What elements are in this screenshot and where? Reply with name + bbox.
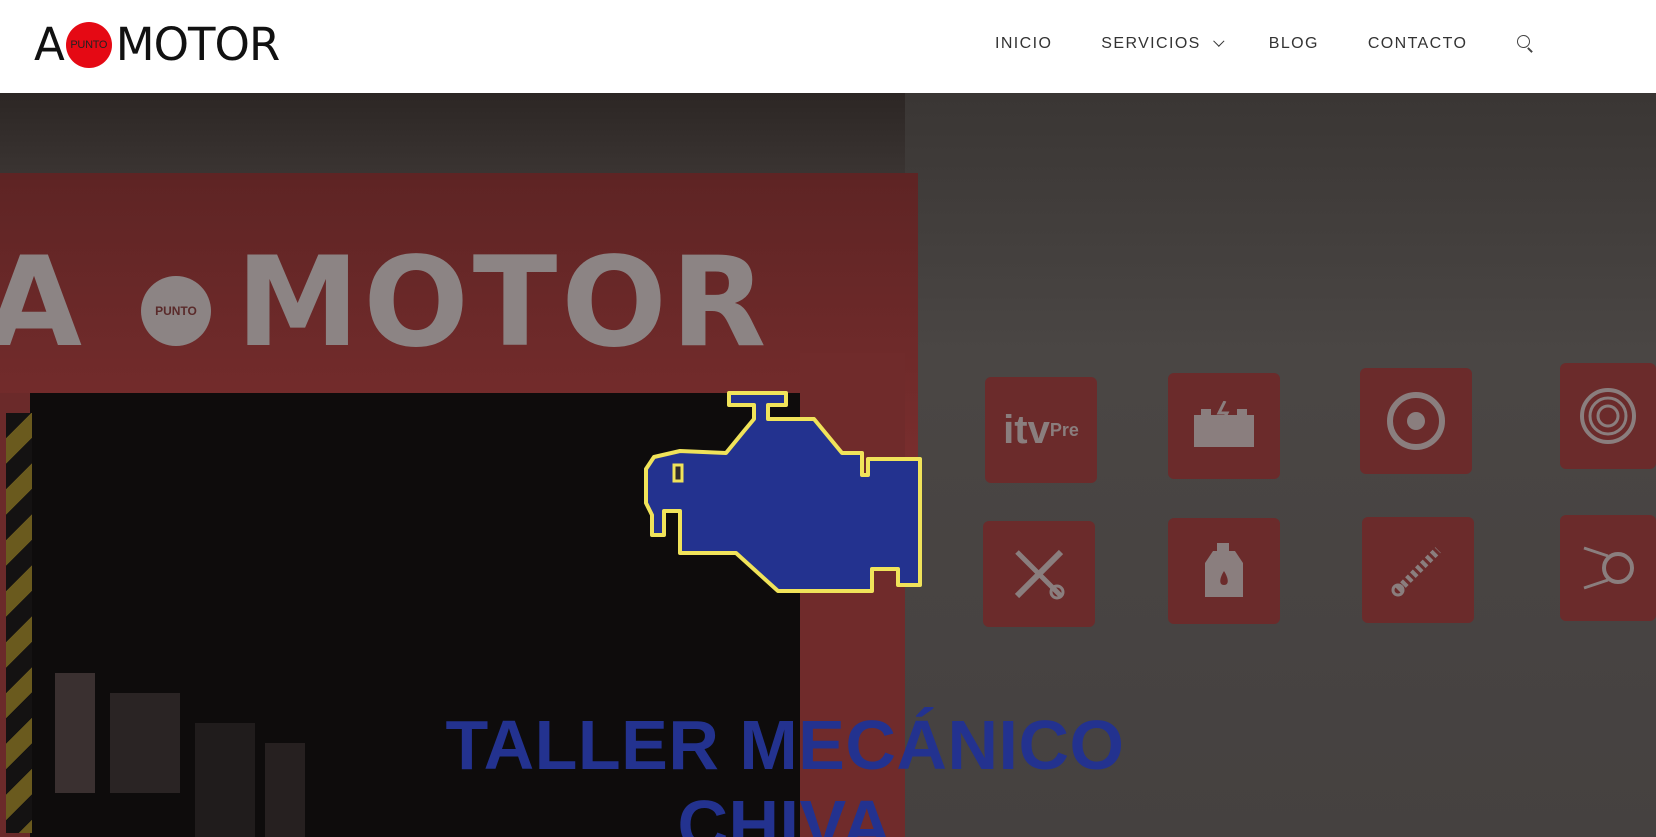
logo-dot: PUNTO xyxy=(65,22,112,68)
logo-letter-a: A xyxy=(34,18,65,71)
nav-item-label: BLOG xyxy=(1268,35,1319,52)
site-header: A PUNTO MOTOR INICIO SERVICIOS BLOG CONT… xyxy=(0,0,1656,93)
hero-sign-dot-text: PUNTO xyxy=(155,304,197,318)
itv-text: itv xyxy=(1003,407,1050,452)
main-nav: INICIO SERVICIOS BLOG CONTACTO xyxy=(995,34,1536,54)
nav-item-label: INICIO xyxy=(995,35,1053,52)
search-icon[interactable] xyxy=(1516,34,1536,54)
hero-title: TALLER MECÁNICO CHIVA xyxy=(0,705,1570,837)
tire-icon xyxy=(1560,363,1656,469)
hero-sign-word-motor: MOTOR xyxy=(235,231,771,375)
nav-item-inicio[interactable]: INICIO xyxy=(995,35,1052,53)
logo-word-motor: MOTOR xyxy=(115,18,280,71)
chevron-down-icon xyxy=(1212,35,1225,47)
nav-item-contacto[interactable]: CONTACTO xyxy=(1368,35,1468,53)
battery-icon xyxy=(1168,373,1280,479)
brand-logo[interactable]: A PUNTO MOTOR xyxy=(34,18,280,71)
hero-sign-dot: PUNTO xyxy=(141,276,211,346)
oil-can-icon xyxy=(1168,518,1280,624)
hero-sign-letter-a: A xyxy=(0,231,86,375)
nav-item-blog[interactable]: BLOG xyxy=(1269,35,1319,53)
engine-check-icon xyxy=(644,391,922,593)
timing-belt-icon xyxy=(1560,515,1656,621)
hero-title-line1: TALLER MECÁNICO xyxy=(445,706,1125,784)
itv-pre-icon: itv Pre xyxy=(985,377,1097,483)
pre-text: Pre xyxy=(1049,419,1079,440)
shock-absorber-icon xyxy=(1362,517,1474,623)
logo-dot-text: PUNTO xyxy=(70,39,108,51)
nav-item-servicios[interactable]: SERVICIOS xyxy=(1101,35,1225,53)
brake-disc-icon xyxy=(1360,368,1472,474)
nav-item-label: SERVICIOS xyxy=(1101,35,1201,52)
hero-sign-text: A MOTOR xyxy=(0,241,770,365)
tools-icon xyxy=(983,521,1095,627)
nav-item-label: CONTACTO xyxy=(1367,35,1468,52)
hero-title-line2: CHIVA xyxy=(677,786,893,837)
hero-banner: A MOTOR PUNTO itv Pre TALLER MECÁNICO CHIV… xyxy=(0,93,1656,837)
